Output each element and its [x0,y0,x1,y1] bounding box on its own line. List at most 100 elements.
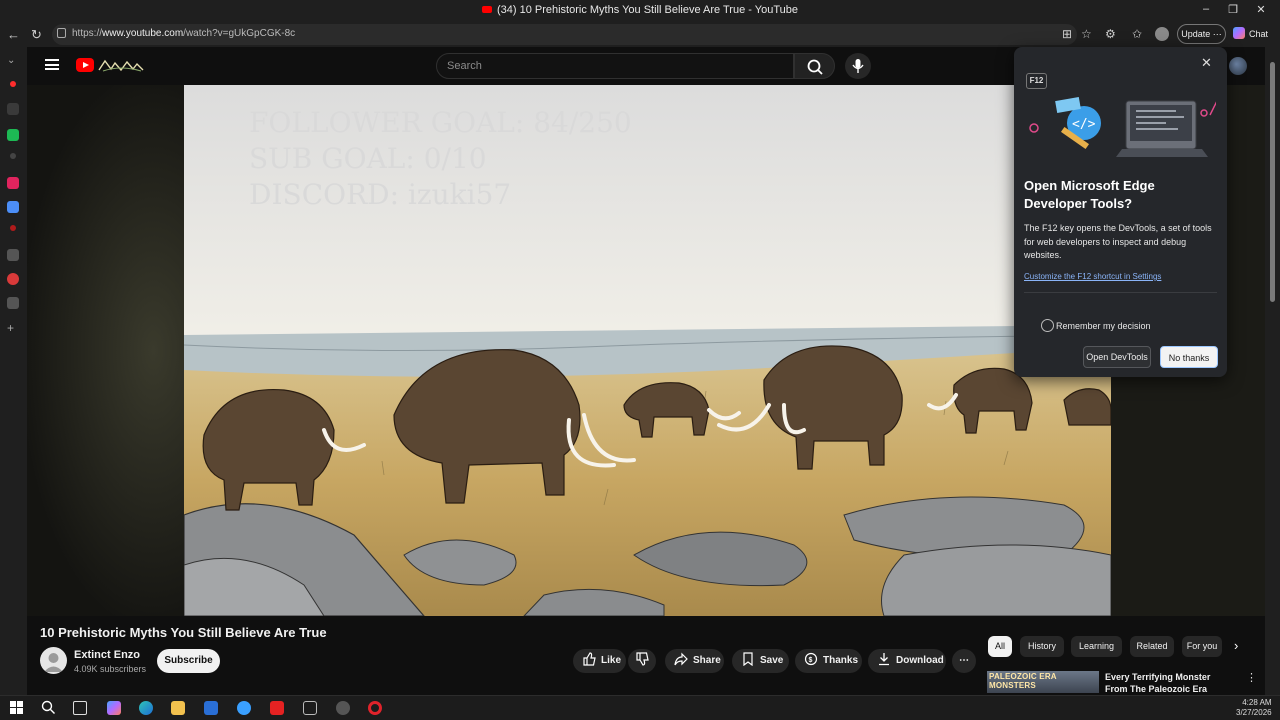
window-close-icon[interactable]: ✕ [1251,3,1271,16]
share-button[interactable]: Share [665,649,724,673]
search-button[interactable] [794,53,835,79]
extensions-icon[interactable]: ⚙ [1105,27,1116,41]
tab-icon[interactable] [7,249,19,261]
bookmark-icon [741,649,755,673]
tab-icon[interactable] [10,153,16,159]
chip-learning[interactable]: Learning [1071,636,1122,657]
back-icon[interactable]: ← [7,27,20,42]
obs-icon[interactable] [336,701,350,715]
url-text: https://www.youtube.com/watch?v=gUkGpCGK… [72,28,296,39]
minimize-icon[interactable]: – [1196,3,1216,15]
more-horizontal-icon: ⋯ [959,655,969,666]
browser-toolbar: ← ↻ https://www.youtube.com/watch?v=gUkG… [0,22,1280,47]
app-available-icon[interactable]: ⊞ [1062,27,1072,41]
subscribe-button[interactable]: Subscribe [157,649,220,673]
reddit-tab-icon[interactable] [7,273,19,285]
svg-text:$: $ [809,657,813,664]
search-box [436,53,794,79]
dialog-body: The F12 key opens the DevTools, a set of… [1024,223,1212,260]
youtube-favicon-icon [481,6,492,13]
system-clock[interactable]: 4:28 AM 3/27/2026 [1236,698,1272,718]
windows-taskbar: 4:28 AM 3/27/2026 [0,695,1280,720]
app-icon[interactable] [237,701,251,715]
channel-avatar-image [44,653,63,672]
channel-name[interactable]: Extinct Enzo [74,649,140,661]
youtube-tab-icon[interactable] [10,81,16,87]
chevron-down-icon[interactable]: ⌄ [7,55,19,67]
svg-text:</>: </> [1072,117,1096,132]
new-tab-icon[interactable]: + [7,321,19,335]
window-titlebar: (34) 10 Prehistoric Myths You Still Beli… [0,0,1280,22]
menu-icon[interactable] [45,59,59,70]
kick-tab-icon[interactable] [7,129,19,141]
open-devtools-button[interactable]: Open DevTools [1083,346,1151,368]
address-bar[interactable]: https://www.youtube.com/watch?v=gUkGpCGK… [52,24,1077,45]
save-button[interactable]: Save [732,649,789,673]
like-button[interactable]: Like [573,649,626,673]
divider [1024,292,1217,293]
app-icon[interactable] [303,701,317,715]
more-actions-button[interactable]: ⋯ [952,649,976,673]
dialog-heading: Open Microsoft Edge Developer Tools? [1024,178,1155,211]
opera-icon[interactable] [368,701,382,715]
recommendation-filter-chips: All History Learning Related For you › [985,636,1250,658]
favorites-icon[interactable]: ✩ [1132,27,1142,41]
chip-history[interactable]: History [1020,636,1064,657]
profile-icon[interactable] [1155,27,1169,41]
channel-avatar[interactable] [40,647,67,674]
tab-icon[interactable] [10,225,16,231]
super-thanks-icon: $ [804,649,818,673]
update-button[interactable]: Update ⋯ [1177,24,1226,44]
account-avatar[interactable] [1229,57,1247,75]
copilot-chat-button[interactable]: Chat [1233,27,1268,39]
sub-goal-line: SUB GOAL: 0/10 [249,142,487,175]
discord-line: DISCORD: izuki57 [249,178,512,211]
scrollbar-thumb[interactable] [1270,62,1275,302]
customize-shortcut-link[interactable]: Customize the F12 shortcut in Settings [1024,272,1161,281]
tab-icon[interactable] [7,201,19,213]
browser-sidebar: ⌄ + [0,47,27,695]
edge-browser-icon[interactable] [139,701,153,715]
refresh-icon[interactable]: ↻ [31,27,42,43]
youtube-logo-icon[interactable] [76,58,94,72]
dislike-button[interactable] [628,649,656,673]
maximize-icon[interactable]: ❐ [1223,3,1243,16]
more-vertical-icon[interactable]: ⋮ [1246,671,1257,684]
recommendation-thumbnail[interactable]: PALEOZOIC ERA MONSTERS [987,671,1099,693]
thumbs-up-icon [582,649,596,673]
subscriber-count: 4.09K subscribers [74,664,147,674]
chevron-right-icon[interactable]: › [1234,638,1238,653]
chip-related[interactable]: Related [1130,636,1174,657]
remember-decision-checkbox[interactable] [1041,319,1054,332]
mute-tab-icon[interactable] [7,103,19,115]
tab-icon[interactable] [7,297,19,309]
file-explorer-icon[interactable] [171,701,185,715]
stream-overlay-text: FOLLOWER GOAL: 84/250 SUB GOAL: 0/10 DIS… [249,105,632,213]
tab-icon[interactable] [7,177,19,189]
copilot-taskbar-icon[interactable] [107,701,121,715]
page-scrollbar[interactable] [1265,47,1280,695]
chip-all[interactable]: All [988,636,1012,657]
youtube-doodle-logo[interactable] [97,57,145,73]
store-icon[interactable] [204,701,218,715]
window-title: (34) 10 Prehistoric Myths You Still Beli… [0,4,1280,16]
video-frame[interactable]: FOLLOWER GOAL: 84/250 SUB GOAL: 0/10 DIS… [184,85,1111,616]
windows-start-icon[interactable] [10,701,23,714]
thanks-button[interactable]: $ Thanks [795,649,862,673]
player-ambient-background [27,85,185,616]
favorite-star-icon[interactable]: ☆ [1081,27,1092,41]
remember-decision-label[interactable]: Remember my decision [1056,321,1151,331]
youtube-app-icon[interactable] [270,701,284,715]
voice-search-button[interactable] [845,53,871,79]
search-icon [807,59,823,75]
task-view-icon[interactable] [73,701,87,715]
recommendation-title[interactable]: Every Terrifying Monster From The Paleoz… [1105,671,1235,693]
close-icon[interactable]: ✕ [1201,55,1212,71]
microphone-icon [852,59,864,73]
download-button[interactable]: Download [868,649,946,673]
no-thanks-button[interactable]: No thanks [1160,346,1218,368]
search-input[interactable] [437,54,793,78]
thumbs-down-icon [635,649,649,673]
chip-for-you[interactable]: For you [1182,636,1222,657]
taskbar-search-icon[interactable] [41,700,56,715]
